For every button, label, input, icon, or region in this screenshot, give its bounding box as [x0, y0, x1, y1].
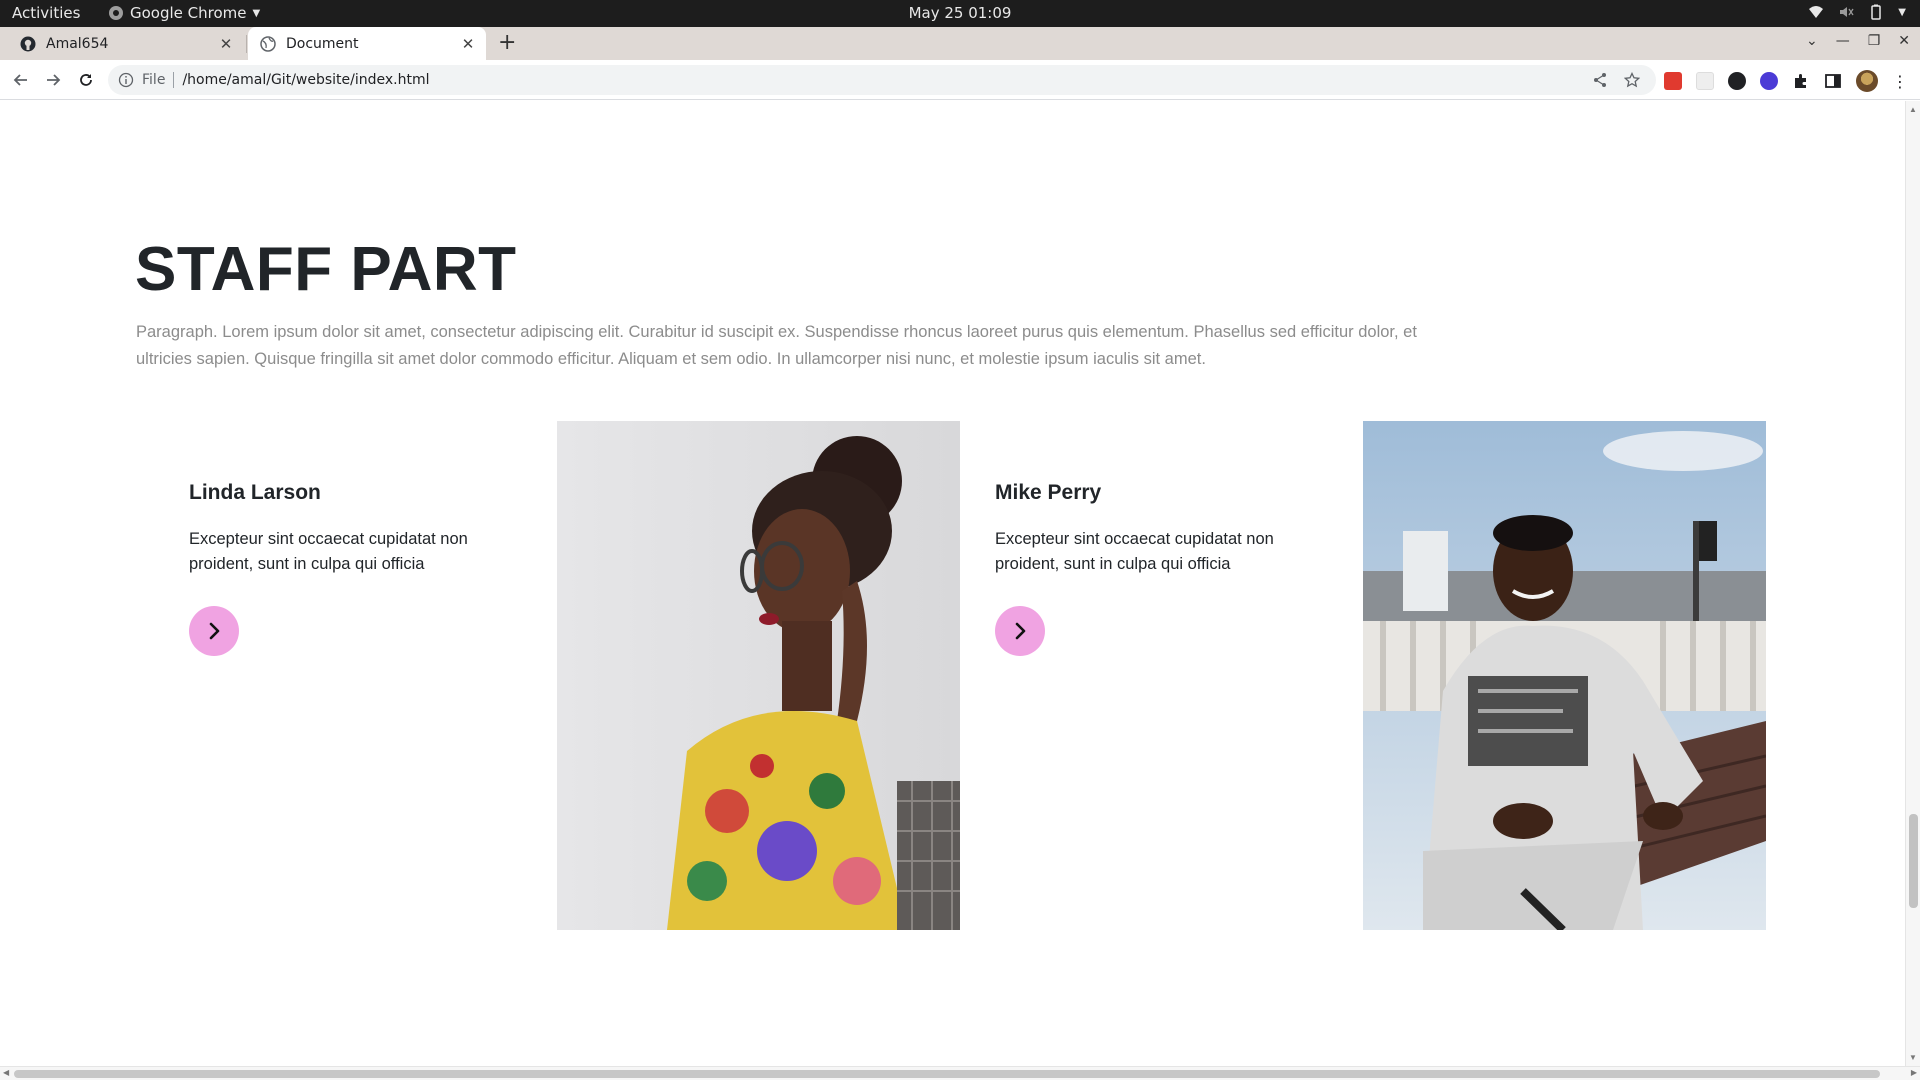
- new-tab-button[interactable]: +: [498, 30, 516, 55]
- profile-avatar[interactable]: [1856, 70, 1878, 92]
- openai-extension-icon[interactable]: [1728, 72, 1746, 90]
- staff-description: Excepteur sint occaecat cupidatat non pr…: [189, 530, 468, 573]
- section-title: STAFF PART: [135, 235, 517, 304]
- clock[interactable]: May 25 01:09: [909, 4, 1012, 22]
- puzzle-extensions-icon[interactable]: [1792, 72, 1810, 90]
- portrait-image: [1363, 421, 1766, 930]
- chevron-right-icon: [209, 622, 220, 640]
- blank-extension-icon[interactable]: [1696, 72, 1714, 90]
- tab-amal654[interactable]: Amal654 ✕: [8, 27, 244, 60]
- url-scheme: File: [142, 72, 166, 88]
- minimize-icon[interactable]: —: [1836, 33, 1850, 49]
- url-divider: [173, 72, 175, 88]
- staff-card-linda: Linda Larson Excepteur sint occaecat cup…: [189, 481, 529, 577]
- horizontal-scrollbar[interactable]: ◀ ▶: [0, 1066, 1920, 1080]
- share-icon[interactable]: [1592, 72, 1608, 88]
- red-extension-icon[interactable]: [1664, 72, 1682, 90]
- window-controls: ⌄ — ❐ ✕: [1806, 33, 1910, 49]
- close-icon[interactable]: ✕: [216, 35, 236, 53]
- kebab-menu-icon[interactable]: ⋮: [1892, 72, 1908, 91]
- info-icon[interactable]: [118, 72, 134, 88]
- url-text[interactable]: /home/amal/Git/website/index.html: [182, 72, 1592, 88]
- staff-name: Linda Larson: [189, 481, 321, 504]
- side-panel-icon[interactable]: [1824, 72, 1842, 90]
- app-name: Google Chrome: [130, 4, 247, 22]
- vertical-scrollbar[interactable]: ▲ ▼: [1905, 101, 1920, 1066]
- chrome-icon: [109, 6, 123, 20]
- chevron-down-icon: ▼: [252, 7, 261, 19]
- scrollbar-thumb[interactable]: [1909, 814, 1918, 908]
- scroll-down-icon[interactable]: ▼: [1909, 1053, 1917, 1062]
- activities-button[interactable]: Activities: [12, 4, 80, 22]
- close-window-icon[interactable]: ✕: [1898, 33, 1910, 49]
- tab-separator: [246, 35, 247, 53]
- address-bar[interactable]: File /home/amal/Git/website/index.html: [108, 65, 1656, 95]
- battery-icon: [1871, 4, 1882, 20]
- scrollbar-thumb[interactable]: [14, 1070, 1880, 1078]
- app-menu[interactable]: Google Chrome ▼: [108, 4, 260, 22]
- staff-card-mike: Mike Perry Excepteur sint occaecat cupid…: [995, 481, 1335, 577]
- scroll-right-icon[interactable]: ▶: [1911, 1068, 1917, 1077]
- tab-strip: Amal654 ✕ Document ✕ + ⌄ — ❐ ✕: [0, 27, 1920, 60]
- volume-muted-icon: [1840, 7, 1854, 17]
- section-paragraph: Paragraph. Lorem ipsum dolor sit amet, c…: [136, 323, 1417, 368]
- tab-search-icon[interactable]: ⌄: [1806, 33, 1818, 49]
- tab-title: Amal654: [46, 35, 109, 52]
- mike-next-button[interactable]: [995, 606, 1045, 656]
- wifi-icon: [1809, 6, 1824, 18]
- portrait-image: [557, 421, 960, 930]
- chevron-down-icon: ▼: [1898, 6, 1906, 18]
- github-icon: [20, 36, 36, 51]
- restore-icon[interactable]: ❐: [1868, 33, 1881, 49]
- browser-toolbar: File /home/amal/Git/website/index.html ⋮: [0, 60, 1920, 100]
- tab-title: Document: [286, 35, 359, 52]
- globe-icon: [260, 35, 276, 52]
- extensions-row: ⋮: [1664, 70, 1908, 92]
- staff-photo-mike: [1363, 421, 1766, 930]
- staff-photo-linda: [557, 421, 960, 930]
- page-viewport: STAFF PART Paragraph. Lorem ipsum dolor …: [0, 101, 1905, 1066]
- system-tray[interactable]: ▼: [1808, 4, 1906, 20]
- purple-extension-icon[interactable]: [1760, 72, 1778, 90]
- scroll-up-icon[interactable]: ▲: [1909, 105, 1917, 114]
- back-icon[interactable]: [11, 70, 31, 90]
- scroll-left-icon[interactable]: ◀: [3, 1068, 9, 1077]
- reload-icon[interactable]: [76, 70, 96, 90]
- close-icon[interactable]: ✕: [458, 35, 478, 53]
- tab-document[interactable]: Document ✕: [248, 27, 486, 60]
- chevron-right-icon: [1015, 622, 1026, 640]
- forward-icon[interactable]: [43, 70, 63, 90]
- staff-description: Excepteur sint occaecat cupidatat non pr…: [995, 530, 1274, 573]
- system-top-bar: Activities Google Chrome ▼ May 25 01:09 …: [0, 0, 1920, 27]
- bookmark-star-icon[interactable]: [1624, 72, 1640, 88]
- linda-next-button[interactable]: [189, 606, 239, 656]
- staff-name: Mike Perry: [995, 481, 1102, 504]
